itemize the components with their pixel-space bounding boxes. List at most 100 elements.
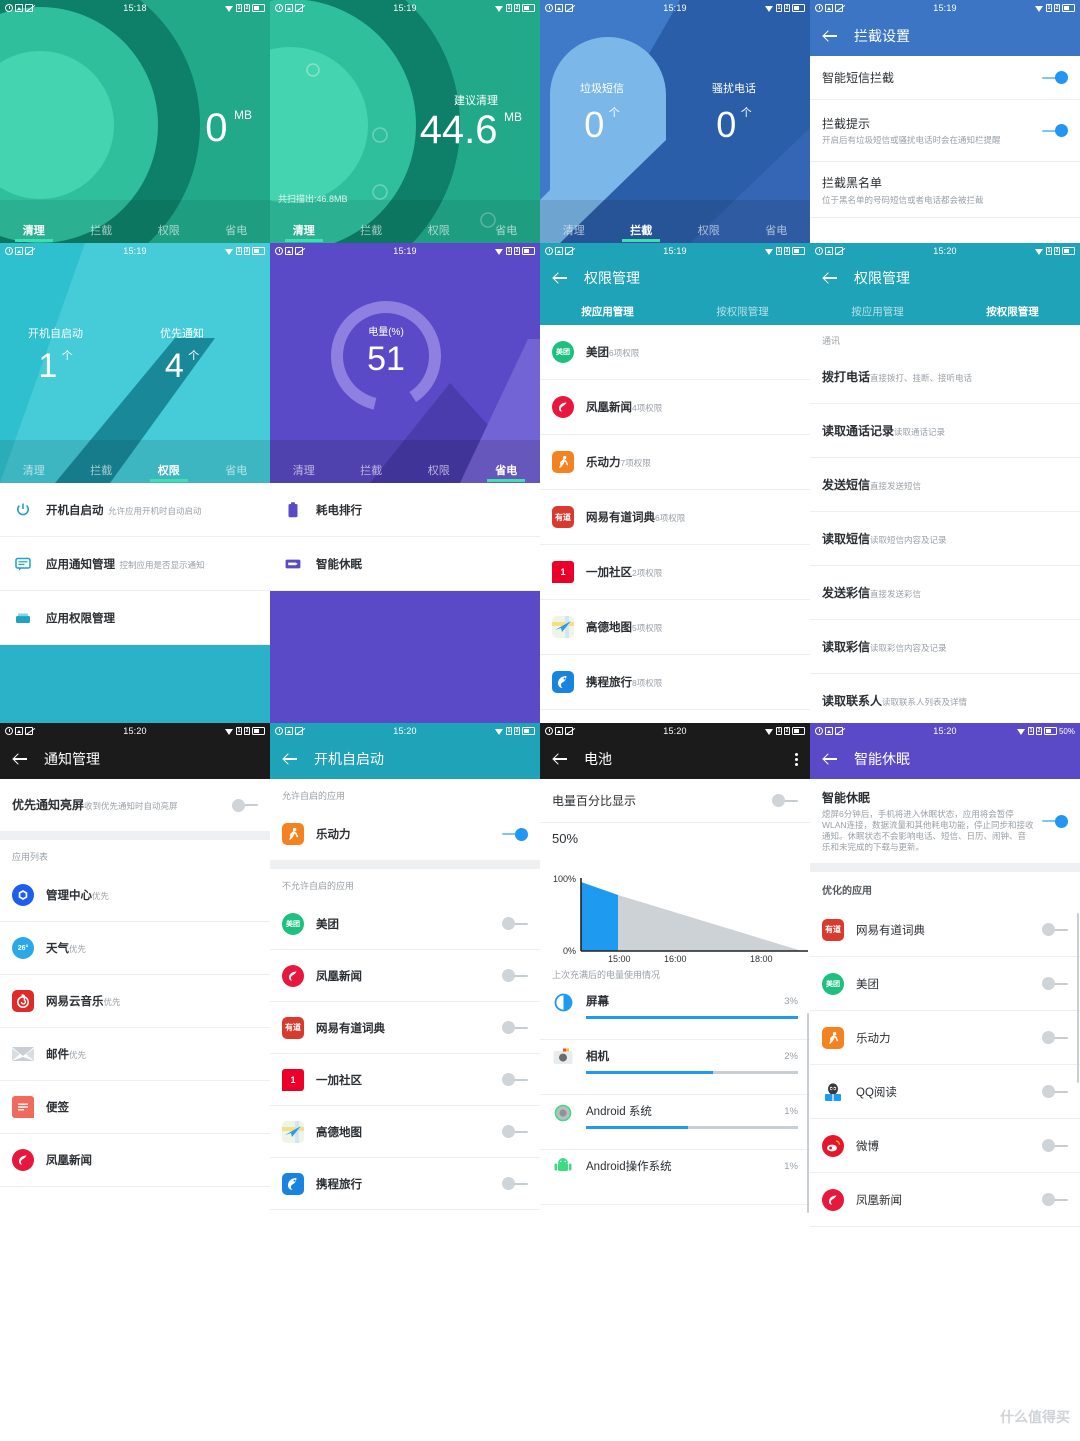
list-item[interactable]: 拦截提示 开启后有垃圾短信或骚扰电话时会在通知栏提醒 bbox=[810, 100, 1080, 162]
scrollbar[interactable] bbox=[1077, 913, 1079, 1083]
autostart-toggle[interactable] bbox=[502, 827, 528, 841]
smart-sleep-toggle[interactable] bbox=[1042, 814, 1068, 828]
tab-block[interactable]: 拦截 bbox=[68, 222, 136, 238]
list-item[interactable]: 凤凰新闻4项权限 bbox=[540, 380, 810, 435]
sleep-optimize-toggle[interactable] bbox=[1042, 1085, 1068, 1098]
tab-block[interactable]: 拦截 bbox=[68, 462, 136, 478]
list-item[interactable]: 智能短信拦截 bbox=[810, 56, 1080, 100]
list-item[interactable]: 电量百分比显示 bbox=[540, 779, 810, 823]
list-item[interactable]: 美团 美团 bbox=[270, 898, 540, 950]
back-arrow-icon[interactable] bbox=[552, 269, 570, 287]
list-item[interactable]: 读取联系人读取联系人列表及详情 bbox=[810, 674, 1080, 723]
list-item[interactable]: 相机 2% bbox=[540, 1040, 810, 1095]
sleep-optimize-toggle[interactable] bbox=[1042, 923, 1068, 936]
list-item[interactable]: 乐动力 bbox=[270, 808, 540, 860]
list-item[interactable]: 开机自启动 允许应用开机时自动启动 bbox=[0, 483, 270, 537]
sleep-optimize-toggle[interactable] bbox=[1042, 1193, 1068, 1206]
back-arrow-icon[interactable] bbox=[822, 27, 840, 45]
list-item[interactable]: 读取彩信读取彩信内容及记录 bbox=[810, 620, 1080, 674]
smart-sms-block-toggle[interactable] bbox=[1042, 71, 1068, 84]
list-item[interactable]: 网易云音乐优先 bbox=[0, 975, 270, 1028]
list-item[interactable]: 便签 bbox=[0, 1081, 270, 1134]
list-item[interactable]: 凤凰新闻 bbox=[810, 1173, 1080, 1227]
list-item[interactable]: 1 一加社区 bbox=[270, 1054, 540, 1106]
subtab-by-permission[interactable]: 按权限管理 bbox=[675, 297, 810, 325]
permission-subtabs[interactable]: 按应用管理 按权限管理 bbox=[810, 297, 1080, 325]
autostart-toggle[interactable] bbox=[502, 1125, 528, 1138]
block-notice-toggle[interactable] bbox=[1042, 124, 1068, 137]
tab-block[interactable]: 拦截 bbox=[608, 222, 676, 242]
list-item[interactable]: 有道 网易有道词典 bbox=[270, 1002, 540, 1054]
back-arrow-icon[interactable] bbox=[12, 750, 30, 768]
back-arrow-icon[interactable] bbox=[822, 269, 840, 287]
tab-power[interactable]: 省电 bbox=[203, 462, 271, 478]
subtab-by-permission[interactable]: 按权限管理 bbox=[945, 297, 1080, 325]
list-item[interactable]: 高德地图 bbox=[270, 1106, 540, 1158]
tab-clean[interactable]: 清理 bbox=[270, 222, 338, 242]
tab-permission[interactable]: 权限 bbox=[135, 222, 203, 238]
tab-block[interactable]: 拦截 bbox=[338, 462, 406, 478]
tab-power[interactable]: 省电 bbox=[203, 222, 271, 238]
scrollbar[interactable] bbox=[807, 1013, 809, 1213]
tab-clean[interactable]: 清理 bbox=[0, 462, 68, 478]
list-item[interactable]: 读取短信读取短信内容及记录 bbox=[810, 512, 1080, 566]
list-item[interactable]: 1 一加社区2项权限 bbox=[540, 545, 810, 600]
main-tabs[interactable]: 清理 拦截 权限 省电 bbox=[0, 216, 270, 243]
tab-permission[interactable]: 权限 bbox=[135, 462, 203, 482]
tab-power[interactable]: 省电 bbox=[473, 222, 541, 238]
list-item[interactable]: 读取通话记录读取通话记录 bbox=[810, 404, 1080, 458]
main-tabs[interactable]: 清理 拦截 权限 省电 bbox=[540, 216, 810, 243]
list-item[interactable]: 管理中心优先 bbox=[0, 869, 270, 922]
tab-power[interactable]: 省电 bbox=[473, 462, 541, 482]
list-item[interactable]: 发送短信直接发送短信 bbox=[810, 458, 1080, 512]
autostart-toggle[interactable] bbox=[502, 969, 528, 982]
sleep-optimize-toggle[interactable] bbox=[1042, 1139, 1068, 1152]
tab-clean[interactable]: 清理 bbox=[270, 462, 338, 478]
tab-permission[interactable]: 权限 bbox=[405, 222, 473, 238]
list-item[interactable]: 高德地图5项权限 bbox=[540, 600, 810, 655]
list-item[interactable]: 智能休眠 熄屏6分钟后，手机将进入休眠状态，应用将会暂停WLAN连接，数据流量和… bbox=[810, 779, 1080, 863]
list-item[interactable]: 应用通知管理 控制应用是否显示通知 bbox=[0, 537, 270, 591]
list-item[interactable]: 拦截黑名单 位于黑名单的号码短信或者电话都会被拦截 bbox=[810, 162, 1080, 218]
list-item[interactable]: 携程旅行 bbox=[270, 1158, 540, 1210]
list-item[interactable]: 有道 网易有道词典6项权限 bbox=[540, 490, 810, 545]
list-item[interactable]: 邮件优先 bbox=[0, 1028, 270, 1081]
tab-block[interactable]: 拦截 bbox=[338, 222, 406, 238]
back-arrow-icon[interactable] bbox=[822, 750, 840, 768]
back-arrow-icon[interactable] bbox=[552, 750, 570, 768]
tab-clean[interactable]: 清理 bbox=[0, 222, 68, 242]
list-item[interactable]: 应用权限管理 bbox=[0, 591, 270, 645]
overflow-menu-icon[interactable] bbox=[795, 752, 798, 766]
tab-power[interactable]: 省电 bbox=[743, 222, 811, 238]
main-tabs[interactable]: 清理 拦截 权限 省电 bbox=[0, 456, 270, 483]
permission-subtabs[interactable]: 按应用管理 按权限管理 bbox=[540, 297, 810, 325]
battery-percent-toggle[interactable] bbox=[772, 794, 798, 807]
list-item[interactable]: 拨打电话直接拨打、挂断、接听电话 bbox=[810, 351, 1080, 404]
list-item[interactable]: 屏幕 3% bbox=[540, 985, 810, 1040]
autostart-toggle[interactable] bbox=[502, 1021, 528, 1034]
autostart-toggle[interactable] bbox=[502, 1177, 528, 1190]
autostart-toggle[interactable] bbox=[502, 1073, 528, 1086]
back-arrow-icon[interactable] bbox=[282, 750, 300, 768]
list-item[interactable]: 26° 天气优先 bbox=[0, 922, 270, 975]
list-item[interactable]: 乐动力 bbox=[810, 1011, 1080, 1065]
list-item[interactable]: 乐动力7项权限 bbox=[540, 435, 810, 490]
list-item[interactable]: 美团 美团 bbox=[810, 957, 1080, 1011]
sleep-optimize-toggle[interactable] bbox=[1042, 1031, 1068, 1044]
tab-permission[interactable]: 权限 bbox=[675, 222, 743, 238]
list-item[interactable]: Android 系统 1% bbox=[540, 1095, 810, 1150]
list-item[interactable]: 有道 网易有道词典 bbox=[810, 903, 1080, 957]
tab-permission[interactable]: 权限 bbox=[405, 462, 473, 478]
list-item[interactable]: 发送彩信直接发送彩信 bbox=[810, 566, 1080, 620]
list-item[interactable]: 智能休眠 bbox=[270, 537, 540, 591]
list-item[interactable]: 耗电排行 bbox=[270, 483, 540, 537]
main-tabs[interactable]: 清理 拦截 权限 省电 bbox=[270, 216, 540, 243]
autostart-toggle[interactable] bbox=[502, 917, 528, 930]
list-item[interactable]: 优先通知亮屏收到优先通知时自动亮屏 bbox=[0, 779, 270, 831]
list-item[interactable]: Android操作系统 1% bbox=[540, 1150, 810, 1205]
list-item[interactable]: QQ阅读 bbox=[810, 1065, 1080, 1119]
sleep-optimize-toggle[interactable] bbox=[1042, 977, 1068, 990]
priority-wakeup-toggle[interactable] bbox=[232, 798, 258, 812]
list-item[interactable]: 凤凰新闻 bbox=[0, 1134, 270, 1187]
list-item[interactable]: 微博 bbox=[810, 1119, 1080, 1173]
